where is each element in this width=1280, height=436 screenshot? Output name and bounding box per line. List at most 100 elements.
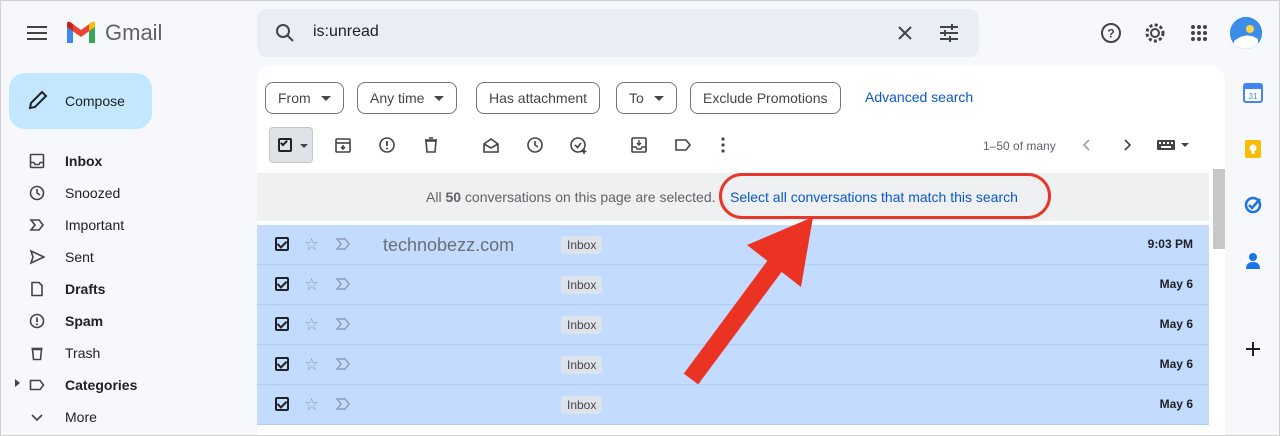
label-icon bbox=[675, 139, 692, 151]
important-marker-icon[interactable] bbox=[335, 276, 351, 292]
spam-icon bbox=[379, 137, 395, 153]
expand-caret-icon[interactable] bbox=[15, 379, 20, 387]
filter-from-chip[interactable]: From bbox=[265, 82, 344, 114]
row-date: 9:03 PM bbox=[1147, 237, 1193, 251]
search-options-icon[interactable] bbox=[937, 21, 961, 45]
dropdown-caret-icon bbox=[300, 144, 308, 148]
row-checkbox[interactable] bbox=[275, 357, 289, 371]
compose-label: Compose bbox=[65, 93, 125, 109]
contacts-person-icon bbox=[1246, 253, 1260, 269]
pagination-text: 1–50 of many bbox=[983, 139, 1056, 153]
sidebar-item-snoozed[interactable]: Snoozed bbox=[1, 177, 251, 209]
open-envelope-icon bbox=[483, 138, 499, 153]
newer-button[interactable] bbox=[1077, 135, 1097, 155]
star-icon[interactable]: ☆ bbox=[304, 235, 319, 255]
tasks-app-button[interactable] bbox=[1241, 193, 1265, 217]
sidebar-item-more[interactable]: More bbox=[1, 401, 251, 433]
clear-search-icon[interactable] bbox=[893, 21, 917, 45]
star-icon[interactable]: ☆ bbox=[304, 275, 319, 295]
row-checkbox[interactable] bbox=[275, 237, 289, 251]
archive-icon bbox=[335, 138, 351, 153]
main-menu-button[interactable] bbox=[23, 19, 51, 47]
search-input[interactable]: is:unread bbox=[313, 23, 379, 41]
table-row[interactable]: ☆ Inbox May 6 bbox=[257, 345, 1209, 385]
dropdown-caret-icon bbox=[653, 95, 664, 101]
sidebar-item-spam[interactable]: Spam bbox=[1, 305, 251, 337]
sidebar-item-label: Spam bbox=[65, 313, 104, 329]
filter-to-chip[interactable]: To bbox=[616, 82, 677, 114]
sidebar-item-categories[interactable]: Categories bbox=[1, 369, 251, 401]
important-icon bbox=[29, 217, 45, 233]
filter-from-label: From bbox=[278, 90, 311, 106]
snooze-button[interactable] bbox=[525, 135, 545, 155]
row-checkbox[interactable] bbox=[275, 277, 289, 291]
table-row[interactable]: ☆ Inbox May 6 bbox=[257, 305, 1209, 345]
scrollbar-thumb[interactable] bbox=[1213, 169, 1225, 249]
search-bar[interactable]: is:unread bbox=[257, 9, 979, 57]
contacts-app-button[interactable] bbox=[1241, 249, 1265, 273]
labels-button[interactable] bbox=[673, 135, 693, 155]
important-marker-icon[interactable] bbox=[335, 236, 351, 252]
select-all-checkbox[interactable] bbox=[269, 127, 313, 163]
account-avatar[interactable] bbox=[1230, 17, 1262, 49]
help-icon: ? bbox=[1101, 23, 1121, 43]
move-to-button[interactable] bbox=[629, 135, 649, 155]
table-row[interactable]: ☆ Inbox May 6 bbox=[257, 265, 1209, 305]
row-checkbox[interactable] bbox=[275, 317, 289, 331]
banner-count: 50 bbox=[445, 189, 462, 205]
advanced-search-link[interactable]: Advanced search bbox=[865, 89, 973, 105]
add-task-icon bbox=[570, 137, 587, 154]
get-add-ons-button[interactable] bbox=[1241, 337, 1265, 361]
sidebar-item-label: Trash bbox=[65, 345, 101, 361]
search-icon[interactable] bbox=[273, 21, 297, 45]
sidebar-item-label: Categories bbox=[65, 377, 138, 393]
table-row[interactable]: ☆ technobezz.com Inbox 9:03 PM bbox=[257, 225, 1209, 265]
gmail-m-icon bbox=[67, 21, 95, 43]
compose-button[interactable]: Compose bbox=[9, 73, 152, 129]
mark-as-read-button[interactable] bbox=[481, 135, 501, 155]
sidebar-item-label: Snoozed bbox=[65, 185, 121, 201]
gmail-logo[interactable]: Gmail bbox=[65, 20, 162, 46]
important-marker-icon[interactable] bbox=[335, 356, 351, 372]
sidebar-item-inbox[interactable]: Inbox bbox=[1, 145, 251, 177]
filter-exclude-promotions-chip[interactable]: Exclude Promotions bbox=[690, 82, 841, 114]
star-icon[interactable]: ☆ bbox=[304, 355, 319, 375]
sidebar-item-label: More bbox=[65, 409, 97, 425]
report-spam-button[interactable] bbox=[377, 135, 397, 155]
sidebar-item-important[interactable]: Important bbox=[1, 209, 251, 241]
row-label-badge: Inbox bbox=[561, 276, 603, 294]
input-tools-button[interactable] bbox=[1153, 135, 1193, 155]
delete-button[interactable] bbox=[421, 135, 441, 155]
support-button[interactable]: ? bbox=[1097, 19, 1125, 47]
older-button[interactable] bbox=[1117, 135, 1137, 155]
row-checkbox[interactable] bbox=[275, 397, 289, 411]
row-sender: technobezz.com bbox=[383, 235, 515, 255]
table-row[interactable]: ☆ Inbox May 6 bbox=[257, 385, 1209, 425]
settings-button[interactable] bbox=[1141, 19, 1169, 47]
sidebar-item-drafts[interactable]: Drafts bbox=[1, 273, 251, 305]
important-marker-icon[interactable] bbox=[335, 316, 351, 332]
star-icon[interactable]: ☆ bbox=[304, 315, 319, 335]
row-date: May 6 bbox=[1159, 357, 1193, 371]
row-label-badge: Inbox bbox=[561, 356, 603, 374]
add-to-tasks-button[interactable] bbox=[569, 135, 589, 155]
filter-any-time-chip[interactable]: Any time bbox=[357, 82, 458, 114]
svg-text:?: ? bbox=[1107, 27, 1114, 41]
sidebar-item-trash[interactable]: Trash bbox=[1, 337, 251, 369]
archive-button[interactable] bbox=[333, 135, 353, 155]
calendar-app-button[interactable]: 31 bbox=[1241, 81, 1265, 105]
star-icon[interactable]: ☆ bbox=[304, 395, 319, 415]
row-date: May 6 bbox=[1159, 277, 1193, 291]
selection-banner-text: All 50 conversations on this page are se… bbox=[426, 189, 716, 205]
banner-prefix: All bbox=[426, 189, 442, 205]
row-label-badge: Inbox bbox=[561, 396, 603, 414]
keep-app-button[interactable] bbox=[1241, 137, 1265, 161]
sidebar-item-sent[interactable]: Sent bbox=[1, 241, 251, 273]
gmail-logo-text: Gmail bbox=[105, 20, 163, 45]
trash-icon bbox=[425, 137, 437, 153]
filter-has-attachment-chip[interactable]: Has attachment bbox=[476, 82, 601, 114]
chevron-right-icon bbox=[1124, 139, 1132, 151]
more-options-button[interactable] bbox=[713, 135, 733, 155]
important-marker-icon[interactable] bbox=[335, 396, 351, 412]
apps-button[interactable] bbox=[1185, 19, 1213, 47]
